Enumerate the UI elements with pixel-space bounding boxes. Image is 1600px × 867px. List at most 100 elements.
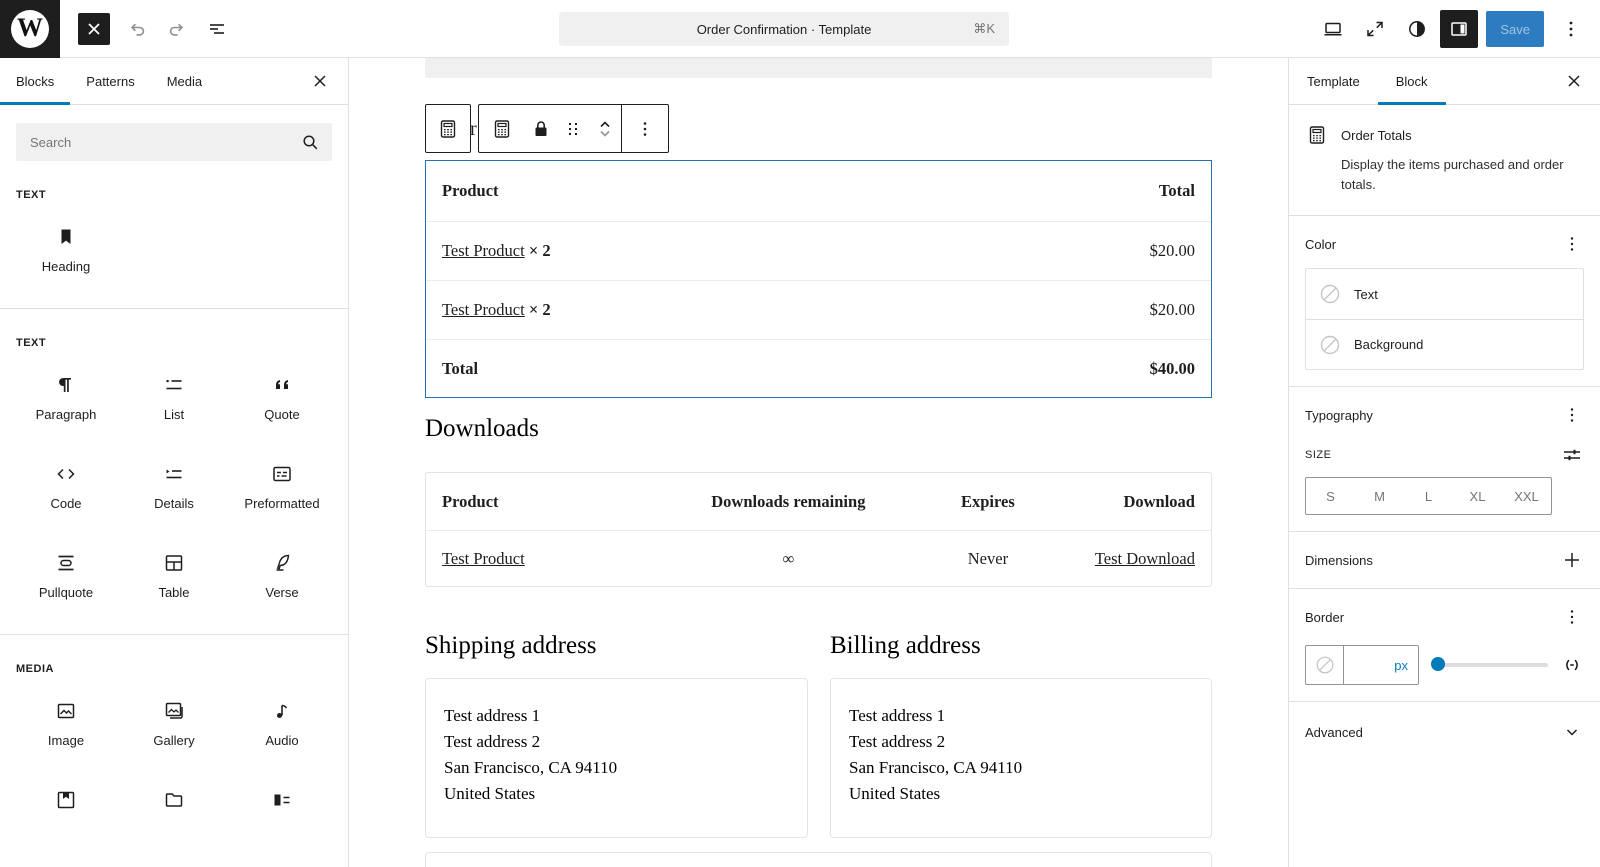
- tab-media[interactable]: Media: [151, 58, 218, 104]
- block-item-label: List: [164, 407, 184, 422]
- heading-icon: [54, 225, 78, 249]
- block-card-description: Display the items purchased and order to…: [1341, 155, 1584, 195]
- dl-header-remaining: Downloads remaining: [668, 492, 909, 512]
- search-input[interactable]: [16, 123, 332, 161]
- size-option-xl[interactable]: XL: [1453, 478, 1502, 514]
- options-menu-button[interactable]: [1552, 10, 1590, 48]
- size-settings-button[interactable]: [1560, 443, 1584, 467]
- preformatted-icon: [270, 462, 294, 486]
- settings-sidebar-toggle-button[interactable]: [1440, 10, 1478, 48]
- border-width-control: px: [1305, 645, 1419, 685]
- order-totals-icon: [1305, 123, 1329, 147]
- view-button[interactable]: [1314, 10, 1352, 48]
- text-color-row[interactable]: Text: [1306, 269, 1583, 319]
- settings-sidebar: Template Block Order Totals Display the …: [1288, 58, 1600, 867]
- plus-icon: [1560, 548, 1584, 572]
- kebab-icon: [633, 117, 657, 141]
- color-options-button[interactable]: [1560, 232, 1584, 256]
- block-options-button[interactable]: [622, 105, 668, 152]
- undo-icon: [125, 17, 149, 41]
- tab-patterns[interactable]: Patterns: [70, 58, 150, 104]
- tab-template[interactable]: Template: [1289, 58, 1378, 104]
- block-item-quote[interactable]: Quote: [228, 363, 336, 426]
- typography-options-button[interactable]: [1560, 403, 1584, 427]
- block-type-button[interactable]: [479, 105, 525, 152]
- redo-button[interactable]: [158, 10, 196, 48]
- tab-block[interactable]: Block: [1378, 58, 1446, 104]
- slider-thumb[interactable]: [1431, 657, 1445, 671]
- block-item-heading[interactable]: Heading: [12, 215, 120, 278]
- billing-address-heading: Billing address: [830, 632, 981, 660]
- block-card-title: Order Totals: [1341, 128, 1412, 143]
- advanced-panel-toggle[interactable]: Advanced: [1289, 702, 1600, 762]
- block-item-label: Audio: [265, 733, 298, 748]
- empty-swatch-icon: [1318, 333, 1342, 357]
- kebab-icon: [1560, 605, 1584, 629]
- save-button[interactable]: Save: [1486, 11, 1544, 47]
- wordpress-logo[interactable]: W: [0, 0, 60, 58]
- block-item-gallery[interactable]: Gallery: [120, 689, 228, 752]
- settings-close-button[interactable]: [1556, 58, 1592, 104]
- block-item-cover[interactable]: [12, 778, 120, 816]
- color-panel-title: Color: [1305, 237, 1336, 252]
- size-option-l[interactable]: L: [1404, 478, 1453, 514]
- section-label-text: Text: [16, 189, 332, 201]
- verse-icon: [270, 551, 294, 575]
- block-inserter-toggle-button[interactable]: [78, 13, 110, 45]
- order-table-row: Test Product × 2 $20.00: [426, 221, 1211, 280]
- block-item-label: Pullquote: [39, 585, 93, 600]
- download-product-link[interactable]: Test Product: [442, 549, 525, 568]
- move-up-down-button[interactable]: [589, 105, 621, 152]
- background-color-row[interactable]: Background: [1306, 319, 1583, 369]
- drag-handle[interactable]: [557, 105, 589, 152]
- lock-button[interactable]: [525, 105, 557, 152]
- block-item-paragraph[interactable]: Paragraph: [12, 363, 120, 426]
- typography-panel: Typography SIZE S M L XL: [1289, 387, 1600, 532]
- previous-block-placeholder[interactable]: [425, 58, 1212, 78]
- product-link[interactable]: Test Product: [442, 241, 525, 260]
- product-quantity: × 2: [525, 241, 551, 260]
- block-toolbar-group: [478, 104, 669, 153]
- styles-button[interactable]: [1398, 10, 1436, 48]
- document-overview-button[interactable]: [198, 10, 236, 48]
- unlink-sides-icon[interactable]: [1560, 653, 1584, 677]
- block-item-details[interactable]: Details: [120, 452, 228, 515]
- downloads-table-row: Test Product ∞ Never Test Download: [426, 531, 1211, 586]
- dimensions-add-button[interactable]: [1560, 548, 1584, 572]
- border-panel-title: Border: [1305, 610, 1344, 625]
- block-item-file[interactable]: [120, 778, 228, 816]
- inserter-close-button[interactable]: [302, 58, 338, 104]
- block-item-label: Details: [154, 496, 194, 511]
- product-link[interactable]: Test Product: [442, 300, 525, 319]
- block-item-audio[interactable]: Audio: [228, 689, 336, 752]
- size-option-m[interactable]: M: [1355, 478, 1404, 514]
- block-item-verse[interactable]: Verse: [228, 541, 336, 604]
- block-item-pullquote[interactable]: Pullquote: [12, 541, 120, 604]
- document-title-button[interactable]: Order Confirmation · Template ⌘K: [559, 12, 1009, 46]
- block-item-table[interactable]: Table: [120, 541, 228, 604]
- undo-button[interactable]: [118, 10, 156, 48]
- block-item-list[interactable]: List: [120, 363, 228, 426]
- zoom-out-button[interactable]: [1356, 10, 1394, 48]
- tab-blocks[interactable]: Blocks: [0, 58, 70, 104]
- dl-header-download: Download: [1067, 492, 1195, 512]
- block-item-label: Code: [50, 496, 81, 511]
- size-option-xxl[interactable]: XXL: [1502, 478, 1551, 514]
- download-link[interactable]: Test Download: [1095, 549, 1195, 568]
- redo-icon: [165, 17, 189, 41]
- parent-block-button[interactable]: [425, 104, 471, 153]
- block-item-media-text[interactable]: [228, 778, 336, 816]
- border-options-button[interactable]: [1560, 605, 1584, 629]
- block-item-preformatted[interactable]: Preformatted: [228, 452, 336, 515]
- border-width-input[interactable]: px: [1344, 658, 1418, 673]
- border-color-button[interactable]: [1306, 646, 1344, 684]
- block-item-image[interactable]: Image: [12, 689, 120, 752]
- block-item-code[interactable]: Code: [12, 452, 120, 515]
- downloads-table-header: Product Downloads remaining Expires Down…: [426, 473, 1211, 531]
- color-panel: Color Text Backg: [1289, 216, 1600, 387]
- order-totals-block[interactable]: Product Total Test Product × 2 $20.00 Te…: [425, 160, 1212, 398]
- border-width-slider[interactable]: [1431, 653, 1548, 677]
- size-option-s[interactable]: S: [1306, 478, 1355, 514]
- shipping-address-heading: Shipping address: [425, 632, 597, 660]
- block-item-label: Paragraph: [36, 407, 97, 422]
